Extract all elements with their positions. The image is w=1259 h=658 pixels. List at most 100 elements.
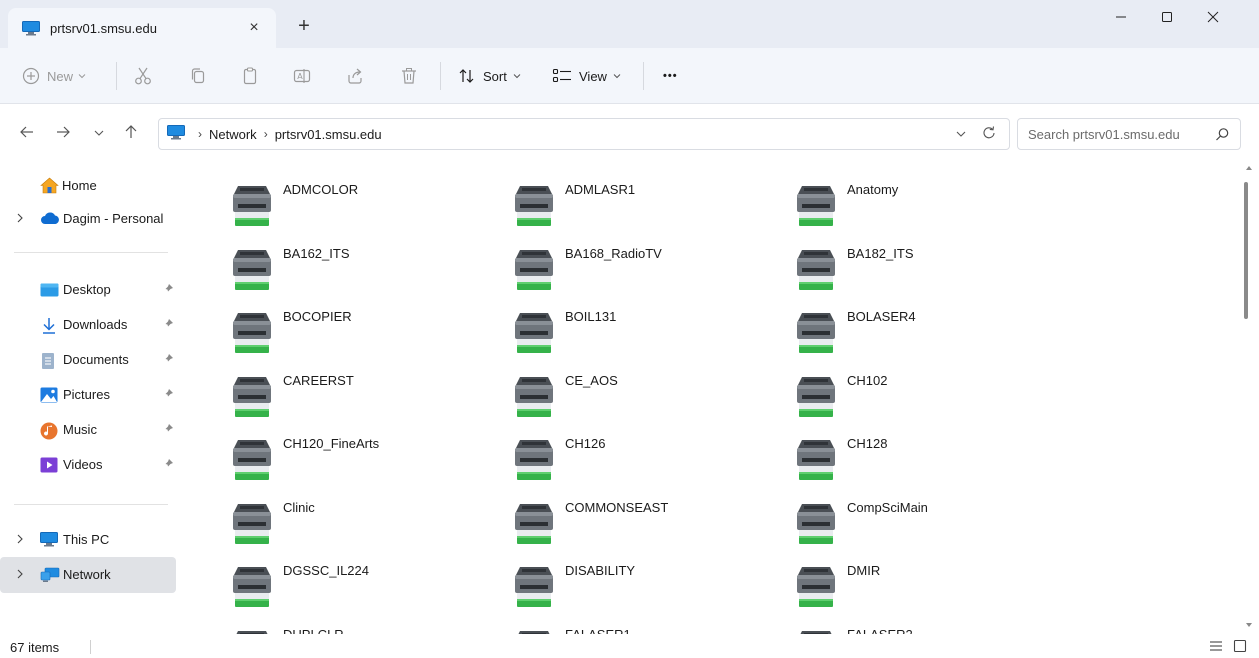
- up-button[interactable]: [118, 120, 144, 146]
- printer-item[interactable]: COMMONSEAST: [508, 496, 790, 560]
- printer-name: BA182_ITS: [847, 245, 914, 261]
- sidebar-item-onedrive[interactable]: Dagim - Personal: [0, 201, 176, 237]
- vertical-scrollbar[interactable]: [1240, 164, 1259, 634]
- new-button[interactable]: New: [22, 62, 86, 90]
- printer-icon: [508, 436, 560, 488]
- printer-item[interactable]: ADMCOLOR: [226, 178, 508, 242]
- rename-button[interactable]: A: [292, 62, 312, 90]
- pin-icon[interactable]: [162, 283, 174, 298]
- printer-item[interactable]: FALASER2: [790, 623, 1072, 634]
- refresh-icon[interactable]: [981, 124, 997, 145]
- sidebar-item-documents[interactable]: Documents: [0, 342, 176, 378]
- tab-close-button[interactable]: ×: [244, 18, 264, 38]
- printer-name: FALASER1: [565, 626, 631, 635]
- pin-icon[interactable]: [162, 353, 174, 368]
- printer-item[interactable]: Anatomy: [790, 178, 1072, 242]
- printer-item[interactable]: BOCOPIER: [226, 305, 508, 369]
- sidebar-item-home[interactable]: Home: [0, 168, 176, 204]
- printer-item[interactable]: DUPLCLR: [226, 623, 508, 634]
- printer-item[interactable]: BA162_ITS: [226, 242, 508, 306]
- printer-item[interactable]: Clinic: [226, 496, 508, 560]
- printer-item[interactable]: CE_AOS: [508, 369, 790, 433]
- sidebar-item-this-pc[interactable]: This PC: [0, 522, 176, 558]
- printer-icon: [790, 563, 842, 615]
- printer-icon: [790, 309, 842, 361]
- cut-button[interactable]: [133, 62, 153, 90]
- breadcrumb-prtsrv01[interactable]: prtsrv01.smsu.edu: [275, 127, 382, 142]
- printer-item[interactable]: DGSSC_IL224: [226, 559, 508, 623]
- breadcrumb-separator-icon[interactable]: ›: [264, 127, 268, 141]
- close-window-button[interactable]: [1190, 0, 1236, 34]
- sidebar-item-label: Network: [63, 567, 111, 582]
- printer-item[interactable]: BA182_ITS: [790, 242, 1072, 306]
- printer-item[interactable]: BOLASER4: [790, 305, 1072, 369]
- printer-item[interactable]: CH102: [790, 369, 1072, 433]
- scrollbar-thumb[interactable]: [1244, 182, 1248, 319]
- pin-icon[interactable]: [162, 423, 174, 438]
- maximize-button[interactable]: [1144, 0, 1190, 34]
- sidebar-item-downloads[interactable]: Downloads: [0, 307, 176, 343]
- printer-grid: ADMCOLOR ADMLASR1 Anatomy BA162_ITS BA168_Ra…: [226, 178, 1072, 634]
- sidebar-item-network[interactable]: Network: [0, 557, 176, 593]
- tiles-view-icon[interactable]: [1232, 638, 1248, 654]
- new-tab-button[interactable]: +: [292, 15, 316, 39]
- printer-name: BOCOPIER: [283, 309, 352, 324]
- chevron-right-icon[interactable]: [16, 568, 24, 583]
- sort-arrows-icon: [458, 67, 476, 85]
- view-button[interactable]: View: [552, 62, 621, 90]
- printer-name: BA168_RadioTV: [565, 245, 662, 261]
- more-options-button[interactable]: •••: [663, 62, 678, 90]
- printer-item[interactable]: CompSciMain: [790, 496, 1072, 560]
- printer-item[interactable]: ADMLASR1: [508, 178, 790, 242]
- printer-item[interactable]: BOIL131: [508, 305, 790, 369]
- minimize-button[interactable]: [1098, 0, 1144, 34]
- printer-item[interactable]: CH128: [790, 432, 1072, 496]
- sidebar-item-pictures[interactable]: Pictures: [0, 377, 176, 413]
- pin-icon[interactable]: [162, 318, 174, 333]
- pictures-icon: [40, 387, 58, 403]
- copy-button[interactable]: [188, 62, 208, 90]
- printer-item[interactable]: CAREERST: [226, 369, 508, 433]
- printer-icon: [508, 246, 560, 298]
- sidebar-item-music[interactable]: Music: [0, 412, 176, 448]
- search-box[interactable]: Search prtsrv01.smsu.edu: [1017, 118, 1241, 150]
- sidebar-item-label: This PC: [63, 532, 110, 547]
- printer-item[interactable]: BA168_RadioTV: [508, 242, 790, 306]
- printer-icon: [226, 309, 278, 361]
- pin-icon[interactable]: [162, 388, 174, 403]
- pin-icon[interactable]: [162, 458, 174, 473]
- breadcrumb-network[interactable]: Network: [209, 127, 257, 142]
- sort-button[interactable]: Sort: [458, 62, 521, 90]
- tab-title: prtsrv01.smsu.edu: [50, 20, 157, 36]
- scroll-up-arrow-icon[interactable]: [1246, 166, 1252, 170]
- address-bar[interactable]: › Network › prtsrv01.smsu.edu: [158, 118, 1010, 150]
- scissors-icon: [133, 66, 153, 86]
- printer-icon: [790, 500, 842, 552]
- forward-button[interactable]: [50, 120, 76, 146]
- printer-item[interactable]: DMIR: [790, 559, 1072, 623]
- share-button[interactable]: [345, 62, 365, 90]
- details-view-icon[interactable]: [1208, 638, 1224, 654]
- sidebar-item-videos[interactable]: Videos: [0, 447, 176, 483]
- sidebar-item-desktop[interactable]: Desktop: [0, 272, 176, 308]
- tab-prtsrv01[interactable]: prtsrv01.smsu.edu ×: [8, 8, 276, 48]
- printer-item[interactable]: FALASER1: [508, 623, 790, 635]
- paste-button[interactable]: [240, 62, 260, 90]
- chevron-right-icon[interactable]: [16, 212, 24, 227]
- chevron-right-icon[interactable]: [16, 533, 24, 548]
- breadcrumb-separator-icon[interactable]: ›: [198, 127, 202, 141]
- scroll-down-arrow-icon[interactable]: [1246, 623, 1252, 627]
- delete-button[interactable]: [399, 62, 419, 90]
- printer-item[interactable]: CH120_FineArts: [226, 432, 508, 496]
- address-history-chevron-icon[interactable]: [955, 125, 967, 146]
- printer-icon: [226, 182, 278, 234]
- back-button[interactable]: [14, 120, 40, 146]
- printer-item[interactable]: DISABILITY: [508, 559, 790, 623]
- printer-item[interactable]: CH126: [508, 432, 790, 496]
- search-icon[interactable]: [1215, 127, 1230, 145]
- printer-name: CAREERST: [283, 372, 354, 388]
- printer-icon: [790, 373, 842, 425]
- recent-locations-button[interactable]: [86, 120, 112, 146]
- printer-name: DISABILITY: [565, 563, 636, 578]
- divider: [14, 504, 168, 505]
